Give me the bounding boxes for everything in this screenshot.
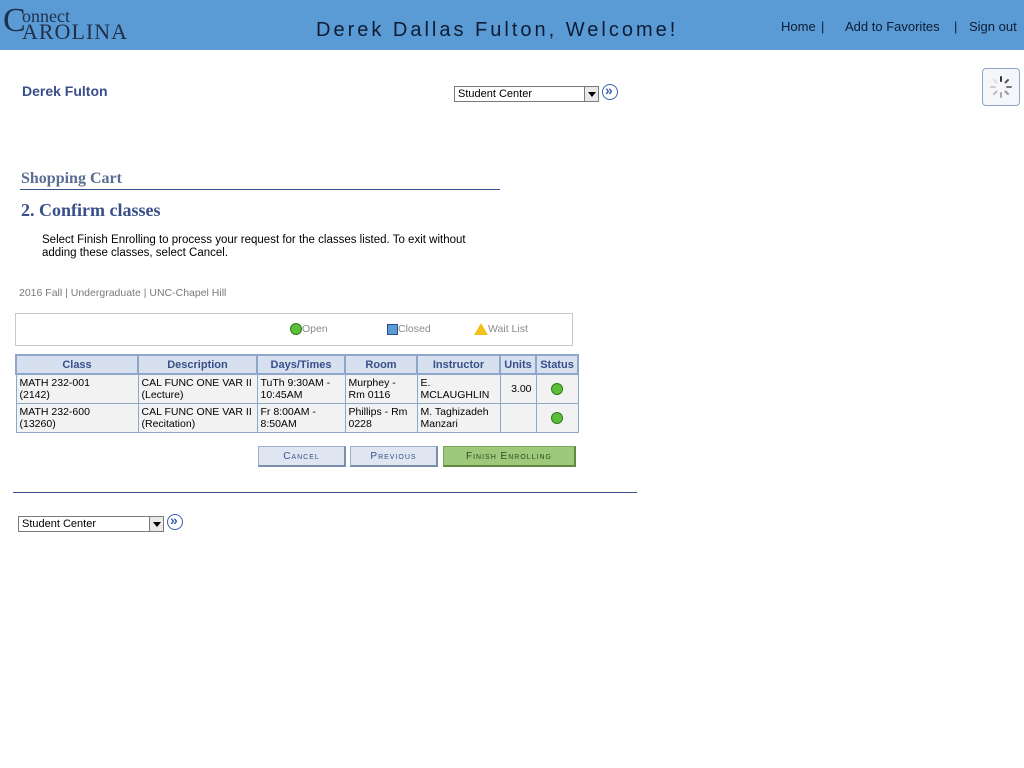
top-links: Home | Add to Favorites | Sign out	[0, 19, 1024, 35]
column-header-status: Status	[535, 354, 579, 375]
cell-instructor: E. MCLAUGHLIN	[416, 373, 501, 404]
cell-description: CAL FUNC ONE VAR II (Lecture)	[137, 373, 258, 404]
open-status-icon	[551, 412, 563, 425]
course-title: CAL FUNC ONE VAR II	[141, 406, 252, 418]
legend-waitlist-label: Wait List	[488, 323, 528, 335]
table-header-row: Class Description Days/Times Room Instru…	[15, 354, 579, 375]
nav-select-value: Student Center	[458, 88, 532, 100]
link-separator: |	[954, 19, 958, 34]
column-header-units: Units	[499, 354, 537, 375]
cell-class: MATH 232-600 (13260)	[15, 403, 139, 433]
table-row: MATH 232-600 (13260) CAL FUNC ONE VAR II(…	[15, 403, 579, 433]
instructor-last: MCLAUGHLIN	[420, 389, 490, 401]
cell-days-times: Fr 8:00AM -8:50AM	[256, 403, 346, 433]
column-header-instructor: Instructor	[416, 354, 501, 375]
waitlist-status-icon	[474, 323, 488, 336]
class-number: MATH 232-600	[19, 406, 90, 418]
course-component: (Recitation)	[141, 418, 196, 430]
column-header-room: Room	[344, 354, 418, 375]
cell-class: MATH 232-001 (2142)	[15, 373, 139, 404]
link-separator: |	[821, 19, 825, 34]
section-divider	[20, 189, 500, 190]
open-status-icon	[551, 383, 563, 396]
cell-room: Phillips - Rm 0228	[344, 403, 418, 433]
cell-status	[535, 373, 579, 404]
open-status-icon	[290, 323, 302, 336]
home-link[interactable]: Home	[781, 19, 816, 34]
step-title: 2. Confirm classes	[21, 200, 161, 220]
meeting-end: 10:45AM	[260, 389, 303, 401]
dropdown-arrow-icon[interactable]	[584, 87, 598, 101]
section-title: Shopping Cart	[21, 170, 122, 187]
user-name: Derek Fulton	[22, 83, 108, 99]
cell-units: 3.00	[499, 373, 537, 404]
go-button-top[interactable]	[602, 82, 618, 100]
table-row: MATH 232-001 (2142) CAL FUNC ONE VAR II (L…	[15, 373, 579, 404]
term-info: 2016 Fall | Undergraduate | UNC-Chapel H…	[19, 287, 227, 299]
column-header-description: Description	[137, 354, 258, 375]
class-number: MATH 232-001	[19, 377, 90, 389]
class-id: (2142)	[19, 389, 50, 401]
cell-units	[499, 403, 537, 433]
course-component: (Lecture)	[141, 389, 184, 401]
legend-closed-label: Closed	[398, 323, 431, 335]
cancel-button[interactable]: Cancel	[258, 446, 346, 467]
legend-closed: Closed	[387, 323, 431, 335]
room-building: Phillips - Rm	[348, 406, 408, 418]
add-to-favorites-link[interactable]: Add to Favorites	[845, 19, 940, 34]
instructor-last: Manzari	[420, 418, 458, 430]
instructor-first: E.	[420, 377, 431, 389]
header-banner: C onnect AROLINA Derek Dallas Fulton, We…	[0, 0, 1024, 50]
bottom-divider	[13, 492, 637, 493]
column-header-class: Class	[15, 354, 139, 375]
meeting-end: 8:50AM	[260, 418, 297, 430]
dropdown-arrow-icon[interactable]	[149, 517, 163, 531]
nav-select-top[interactable]: Student Center	[454, 86, 599, 102]
cell-instructor: M. Taghizadeh Manzari	[416, 403, 501, 433]
legend-waitlist: Wait List	[474, 323, 528, 336]
instructor-first: M. Taghizadeh	[420, 406, 489, 418]
classes-table: Class Description Days/Times Room Instru…	[15, 354, 579, 433]
course-title: CAL FUNC ONE VAR II	[141, 377, 252, 389]
nav-select-value: Student Center	[22, 518, 96, 530]
room-number: Rm 0116	[348, 389, 391, 401]
loading-spinner-icon	[982, 68, 1020, 106]
instructions-text: Select Finish Enrolling to process your …	[42, 234, 466, 259]
previous-button[interactable]: Previous	[350, 446, 438, 467]
legend-open: Open	[290, 323, 328, 336]
status-legend: Open Closed Wait List	[15, 313, 573, 346]
room-building: Murphey -	[348, 377, 396, 389]
cell-room: Murphey - Rm 0116	[344, 373, 418, 404]
meeting-start: TuTh 9:30AM -	[260, 377, 331, 389]
legend-open-label: Open	[302, 323, 328, 335]
finish-enrolling-button[interactable]: Finish Enrolling	[443, 446, 576, 467]
column-header-days-times: Days/Times	[256, 354, 346, 375]
cell-description: CAL FUNC ONE VAR II (Recitation)	[137, 403, 258, 433]
meeting-start: Fr 8:00AM -	[260, 406, 316, 418]
cell-days-times: TuTh 9:30AM -10:45AM	[256, 373, 346, 404]
nav-select-bottom[interactable]: Student Center	[18, 516, 164, 532]
room-number: 0228	[348, 418, 372, 430]
class-id: (13260)	[19, 418, 56, 430]
closed-status-icon	[387, 323, 398, 335]
go-button-bottom[interactable]	[167, 512, 183, 530]
sign-out-link[interactable]: Sign out	[969, 19, 1017, 34]
cell-status	[535, 403, 579, 433]
